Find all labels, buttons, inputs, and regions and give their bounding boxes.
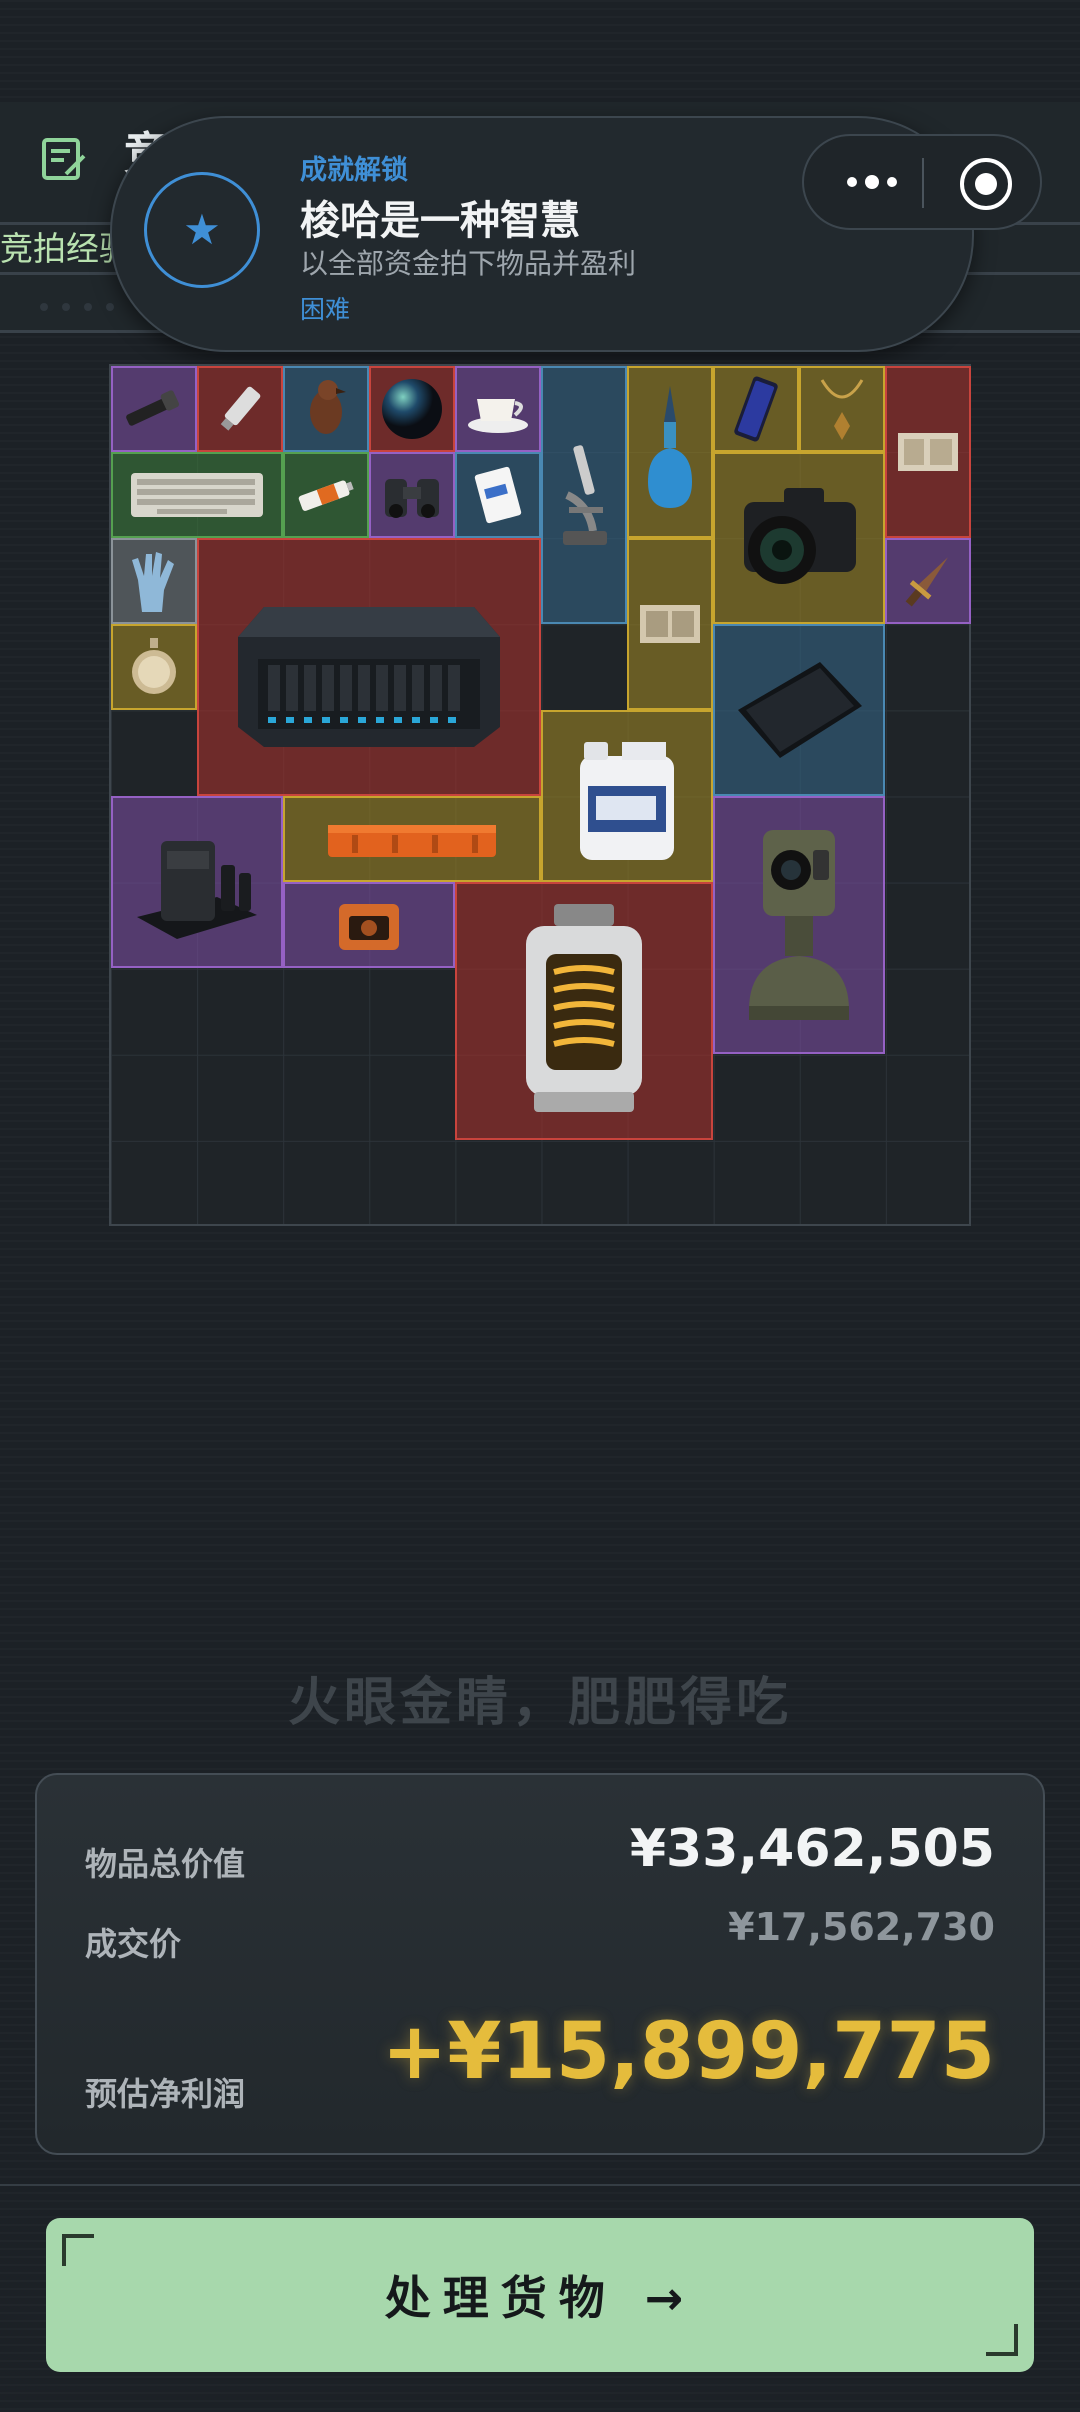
camera-icon: [744, 488, 856, 584]
achievement-description: 以全部资金拍下物品并盈利: [300, 247, 637, 280]
item-ancient-map[interactable]: [627, 538, 713, 710]
tablet-icon: [738, 662, 862, 758]
slogan-text: 火眼金睛，肥肥得吃: [287, 1673, 792, 1733]
turret-icon: [749, 830, 849, 1020]
item-microscope[interactable]: [541, 366, 627, 624]
item-keyboard[interactable]: [111, 452, 283, 538]
bird-figurine-icon: [310, 380, 346, 434]
item-reactor-core[interactable]: [455, 882, 713, 1140]
deal-price: ¥17,562,730: [728, 1905, 995, 1949]
process-goods-button[interactable]: 处理货物 →: [46, 2218, 1034, 2372]
achievement-badge: ★: [144, 172, 260, 288]
crate-icon: [328, 825, 496, 857]
reactor-core-icon: [526, 904, 642, 1112]
item-coffee-machine[interactable]: [111, 796, 283, 968]
item-sensor-turret[interactable]: [713, 796, 885, 1054]
item-binoculars[interactable]: [369, 452, 455, 538]
item-card-deck[interactable]: [455, 452, 541, 538]
process-goods-label: 处理货物 →: [384, 2271, 696, 2325]
item-usb-drive[interactable]: [197, 366, 283, 452]
inventory-grid: [109, 364, 971, 1226]
item-glass-orb[interactable]: [369, 366, 455, 452]
item-pendant[interactable]: [799, 366, 885, 452]
teacup-icon: [468, 399, 528, 433]
item-perfume-bottle[interactable]: [627, 366, 713, 538]
documents-icon: [898, 433, 958, 471]
binoculars-icon: [385, 479, 439, 518]
item-orange-crate[interactable]: [283, 796, 541, 882]
more-dots-icon[interactable]: [834, 162, 910, 202]
battery-icon: [298, 480, 354, 511]
item-tablet[interactable]: [713, 624, 885, 796]
notes-icon[interactable]: [40, 136, 88, 184]
capsule-divider: [922, 158, 924, 208]
corner-bracket: [986, 2324, 1018, 2356]
chemical-jug-icon: [580, 742, 674, 860]
corner-bracket: [62, 2234, 94, 2266]
flashlight-icon: [126, 390, 180, 426]
pendant-icon: [820, 379, 864, 440]
perfume-bottle-icon: [648, 386, 692, 508]
item-flashlight[interactable]: [111, 366, 197, 452]
estimated-profit: +¥15,899,775: [381, 2007, 995, 2097]
item-smartphone[interactable]: [713, 366, 799, 452]
star-icon: ★: [183, 205, 221, 254]
item-dslr-camera[interactable]: [713, 452, 885, 624]
server-case-icon: [238, 607, 500, 747]
usb-drive-icon: [220, 386, 261, 431]
target-close-icon[interactable]: [960, 158, 1012, 210]
gloves-icon: [132, 552, 174, 612]
pocket-watch-icon: [132, 638, 176, 694]
achievement-title: 梭哈是一种智慧: [300, 198, 580, 244]
item-gloves[interactable]: [111, 538, 197, 624]
miniprogram-capsule: [802, 134, 1042, 230]
dagger-icon: [905, 557, 948, 607]
coffee-machine-icon: [137, 841, 257, 939]
toast-kicker: 成就解锁: [300, 155, 408, 186]
keyboard-icon: [131, 473, 263, 517]
item-battery[interactable]: [283, 452, 369, 538]
card-deck-icon: [474, 466, 522, 524]
item-bird-figurine[interactable]: [283, 366, 369, 452]
total-value-label: 物品总价值: [85, 1845, 246, 1883]
small-device-icon: [339, 904, 399, 950]
item-chemical-jug[interactable]: [541, 710, 713, 882]
smartphone-icon: [734, 376, 778, 442]
profit-label: 预估净利润: [85, 2075, 246, 2113]
microscope-icon: [563, 445, 607, 545]
achievement-difficulty: 困难: [300, 295, 351, 324]
divider: [0, 2184, 1080, 2186]
item-old-documents[interactable]: [885, 366, 971, 538]
item-teacup[interactable]: [455, 366, 541, 452]
deal-price-label: 成交价: [85, 1925, 182, 1963]
item-pocket-watch[interactable]: [111, 624, 197, 710]
item-dagger[interactable]: [885, 538, 971, 624]
total-value: ¥33,462,505: [629, 1819, 995, 1879]
glass-orb-icon: [382, 379, 442, 439]
map-icon: [640, 605, 700, 643]
auction-summary-panel: 物品总价值 ¥33,462,505 成交价 ¥17,562,730 预估净利润 …: [35, 1773, 1045, 2155]
item-server-case[interactable]: [197, 538, 541, 796]
item-small-device[interactable]: [283, 882, 455, 968]
